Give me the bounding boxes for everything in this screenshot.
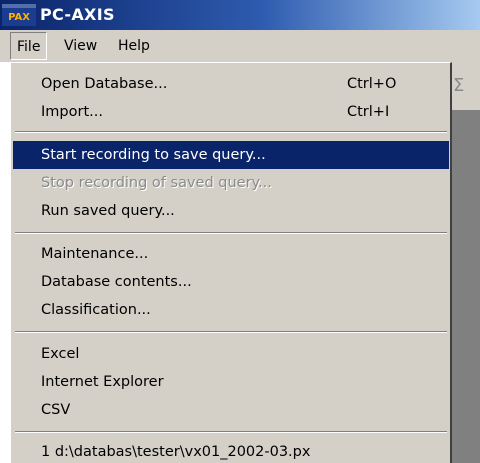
- application-window: PAX PC-AXIS File View Help Σ Open Databa…: [0, 0, 480, 463]
- title-bar[interactable]: PAX PC-AXIS: [0, 0, 480, 30]
- menu-item-internet-explorer[interactable]: Internet Explorer: [13, 368, 449, 396]
- menu-item-classification[interactable]: Classification...: [13, 296, 449, 324]
- file-menu-dropdown: Open Database... Ctrl+O Import... Ctrl+I…: [10, 62, 452, 463]
- menu-item-database-contents[interactable]: Database contents...: [13, 268, 449, 296]
- menu-item-label: Start recording to save query...: [41, 147, 266, 163]
- menu-separator: [15, 131, 447, 133]
- menu-item-label: Excel: [41, 346, 80, 362]
- sigma-icon[interactable]: Σ: [453, 76, 464, 96]
- menu-item-label: Stop recording of saved query...: [41, 175, 272, 191]
- menu-separator: [15, 232, 447, 234]
- pc-axis-app-icon: PAX: [2, 4, 36, 26]
- menu-item-excel[interactable]: Excel: [13, 340, 449, 368]
- menu-item-label: 1 d:\databas\tester\vx01_2002-03.px: [41, 444, 311, 460]
- menu-bar: File View Help: [0, 30, 480, 62]
- menu-item-maintenance[interactable]: Maintenance...: [13, 240, 449, 268]
- window-title: PC-AXIS: [40, 5, 115, 24]
- menu-item-shortcut: Ctrl+O: [347, 76, 397, 92]
- menu-file[interactable]: File: [10, 32, 48, 60]
- menu-item-label: CSV: [41, 402, 71, 418]
- menu-help[interactable]: Help: [112, 32, 156, 60]
- menu-item-start-recording[interactable]: Start recording to save query...: [13, 141, 449, 169]
- menu-item-label: Classification...: [41, 302, 151, 318]
- menu-item-label: Open Database...: [41, 76, 168, 92]
- menu-item-run-saved-query[interactable]: Run saved query...: [13, 197, 449, 225]
- menu-item-recent-file-1[interactable]: 1 d:\databas\tester\vx01_2002-03.px: [13, 438, 449, 463]
- menu-item-label: Import...: [41, 104, 103, 120]
- menu-separator: [15, 431, 447, 433]
- menu-item-open-database[interactable]: Open Database... Ctrl+O: [13, 70, 449, 98]
- menu-item-label: Internet Explorer: [41, 374, 164, 390]
- menu-item-label: Run saved query...: [41, 203, 175, 219]
- menu-item-stop-recording: Stop recording of saved query...: [13, 169, 449, 197]
- menu-item-csv[interactable]: CSV: [13, 396, 449, 424]
- menu-item-label: Maintenance...: [41, 246, 149, 262]
- menu-item-shortcut: Ctrl+I: [347, 104, 390, 120]
- menu-view[interactable]: View: [58, 32, 103, 60]
- app-icon-text: PAX: [8, 12, 30, 23]
- menu-separator: [15, 331, 447, 333]
- menu-item-import[interactable]: Import... Ctrl+I: [13, 98, 449, 126]
- menu-item-label: Database contents...: [41, 274, 192, 290]
